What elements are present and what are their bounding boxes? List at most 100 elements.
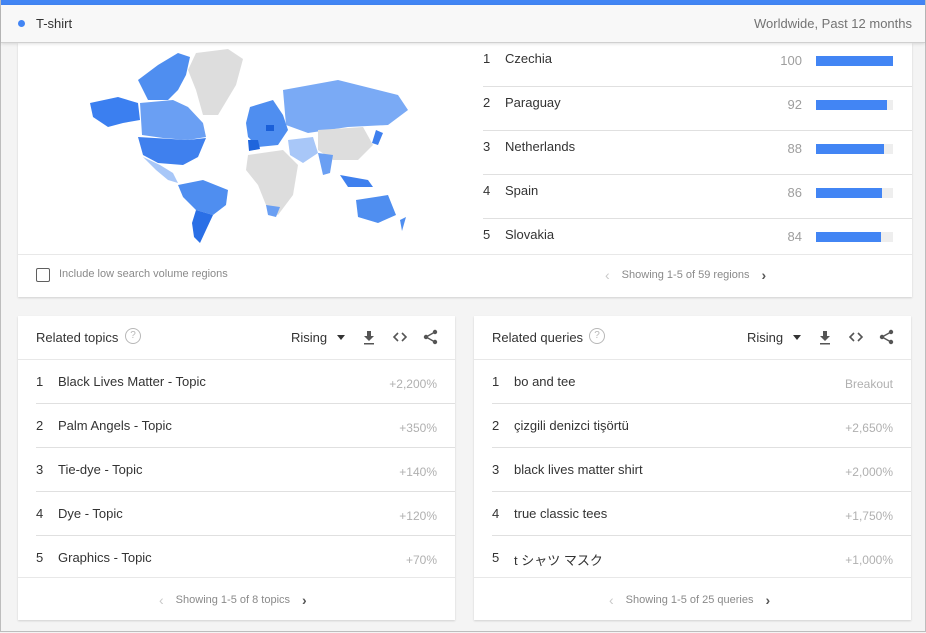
topic-label[interactable]: Tie-dye - Topic: [58, 462, 143, 477]
world-map[interactable]: [78, 45, 418, 245]
map-region-india: [318, 153, 333, 175]
interest-by-region-card: 1 Czechia 100 2 Paraguay 92 3 Netherland…: [18, 43, 912, 297]
topic-value: +2,200%: [389, 377, 437, 391]
region-value: 84: [787, 229, 802, 244]
topic-label[interactable]: Graphics - Topic: [58, 550, 152, 565]
region-row[interactable]: 1 Czechia 100: [483, 43, 912, 87]
region-ranking-list: 1 Czechia 100 2 Paraguay 92 3 Netherland…: [483, 43, 912, 262]
help-icon[interactable]: ?: [589, 328, 605, 344]
topic-label[interactable]: Dye - Topic: [58, 506, 123, 521]
region-bar-track: [816, 188, 893, 198]
map-region-canada-north: [138, 53, 190, 100]
map-region-australia: [356, 195, 396, 223]
share-icon[interactable]: [422, 328, 440, 346]
help-icon[interactable]: ?: [125, 328, 141, 344]
query-rank: 2: [492, 418, 500, 433]
region-name[interactable]: Paraguay: [505, 95, 561, 110]
related-topics-footer: ‹ Showing 1-5 of 8 topics ›: [18, 577, 455, 621]
topic-value: +350%: [399, 421, 437, 435]
chevron-right-icon[interactable]: ›: [765, 592, 770, 608]
region-name[interactable]: Spain: [505, 183, 538, 198]
topics-pager-text: Showing 1-5 of 8 topics: [175, 594, 291, 606]
region-bar-track: [816, 100, 893, 110]
region-rank: 4: [483, 183, 491, 198]
query-value: +1,000%: [845, 553, 893, 567]
embed-code-icon[interactable]: [391, 328, 409, 346]
query-rank: 4: [492, 506, 500, 521]
query-label[interactable]: true classic tees: [514, 506, 607, 521]
related-queries-title: Related queries: [492, 330, 584, 345]
map-card-footer: Include low search volume regions ‹ Show…: [18, 254, 912, 298]
query-row[interactable]: 4 true classic tees +1,750%: [492, 492, 911, 536]
region-value: 92: [787, 97, 802, 112]
topic-row[interactable]: 4 Dye - Topic +120%: [36, 492, 455, 536]
query-row[interactable]: 3 black lives matter shirt +2,000%: [492, 448, 911, 492]
region-name[interactable]: Slovakia: [505, 227, 554, 242]
caret-down-icon[interactable]: [793, 335, 801, 340]
embed-code-icon[interactable]: [847, 328, 865, 346]
query-label[interactable]: çizgili denizci tişörtü: [514, 418, 629, 433]
topics-pager: ‹ Showing 1-5 of 8 topics ›: [159, 592, 307, 608]
include-low-volume-label[interactable]: Include low search volume regions: [59, 268, 228, 280]
related-queries-card: Related queries ? Rising 1 bo and tee Brea…: [474, 316, 911, 620]
query-label[interactable]: bo and tee: [514, 374, 575, 389]
topic-row[interactable]: 1 Black Lives Matter - Topic +2,200%: [36, 360, 455, 404]
region-value: 88: [787, 141, 802, 156]
region-bar-fill: [816, 56, 893, 66]
chevron-left-icon[interactable]: ‹: [609, 592, 614, 608]
query-value: +2,650%: [845, 421, 893, 435]
topic-label[interactable]: Palm Angels - Topic: [58, 418, 172, 433]
topic-row[interactable]: 5 Graphics - Topic +70%: [36, 536, 455, 579]
map-region-greenland: [188, 49, 243, 115]
regions-pager-text: Showing 1-5 of 59 regions: [621, 269, 750, 281]
related-topics-header: Related topics ? Rising: [18, 316, 455, 360]
query-label[interactable]: t シャツ マスク: [514, 550, 603, 569]
queries-filter-select[interactable]: Rising: [747, 330, 783, 345]
topic-value: +120%: [399, 509, 437, 523]
related-topics-list: 1 Black Lives Matter - Topic +2,200% 2 Palm…: [18, 360, 455, 579]
query-rank: 1: [492, 374, 500, 389]
share-icon[interactable]: [878, 328, 896, 346]
topic-value: +70%: [405, 553, 437, 567]
topic-row[interactable]: 2 Palm Angels - Topic +350%: [36, 404, 455, 448]
include-low-volume-checkbox[interactable]: [36, 268, 50, 282]
query-value: +1,750%: [845, 509, 893, 523]
map-region-argentina: [192, 210, 213, 243]
queries-pager-text: Showing 1-5 of 25 queries: [625, 594, 754, 606]
topic-rank: 5: [36, 550, 44, 565]
map-region-spain: [248, 140, 260, 151]
caret-down-icon[interactable]: [337, 335, 345, 340]
topic-rank: 4: [36, 506, 44, 521]
query-row[interactable]: 1 bo and tee Breakout: [492, 360, 911, 404]
map-region-middle-east: [288, 137, 318, 163]
region-bar-track: [816, 56, 893, 66]
region-name[interactable]: Czechia: [505, 51, 552, 66]
chevron-left-icon[interactable]: ‹: [605, 267, 610, 283]
comparison-header: T-shirt Worldwide, Past 12 months: [1, 5, 925, 43]
region-row[interactable]: 3 Netherlands 88: [483, 131, 912, 175]
download-icon[interactable]: [816, 328, 834, 346]
related-queries-footer: ‹ Showing 1-5 of 25 queries ›: [474, 577, 911, 621]
term-color-dot: [18, 20, 25, 27]
region-bar-fill: [816, 144, 884, 154]
region-row[interactable]: 2 Paraguay 92: [483, 87, 912, 131]
query-label[interactable]: black lives matter shirt: [514, 462, 643, 477]
region-name[interactable]: Netherlands: [505, 139, 575, 154]
region-value: 86: [787, 185, 802, 200]
map-region-europe: [246, 100, 288, 147]
chevron-right-icon[interactable]: ›: [302, 592, 307, 608]
query-value: Breakout: [844, 377, 893, 391]
region-row[interactable]: 4 Spain 86: [483, 175, 912, 219]
chevron-right-icon[interactable]: ›: [761, 267, 766, 283]
topic-row[interactable]: 3 Tie-dye - Topic +140%: [36, 448, 455, 492]
download-icon[interactable]: [360, 328, 378, 346]
chevron-left-icon[interactable]: ‹: [159, 592, 164, 608]
query-rank: 3: [492, 462, 500, 477]
scope-label: Worldwide, Past 12 months: [754, 16, 912, 31]
query-row[interactable]: 2 çizgili denizci tişörtü +2,650%: [492, 404, 911, 448]
map-region-japan: [372, 130, 383, 145]
topic-rank: 1: [36, 374, 44, 389]
topics-filter-select[interactable]: Rising: [291, 330, 327, 345]
query-row[interactable]: 5 t シャツ マスク +1,000%: [492, 536, 911, 579]
topic-label[interactable]: Black Lives Matter - Topic: [58, 374, 206, 389]
